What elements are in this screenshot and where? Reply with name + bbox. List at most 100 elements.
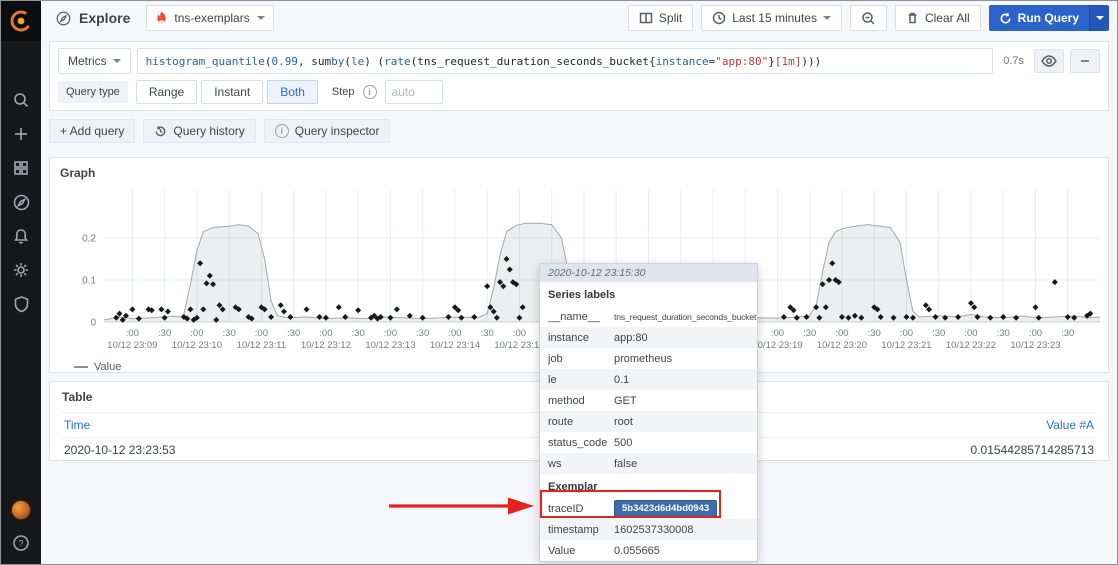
trace-id-label: traceID (548, 503, 614, 515)
alerting-bell-icon[interactable] (10, 225, 32, 247)
tooltip-label: job (548, 353, 614, 365)
grafana-logo[interactable] (1, 1, 41, 41)
split-button[interactable]: Split (628, 5, 693, 31)
time-range-picker[interactable]: Last 15 minutes (701, 5, 842, 31)
tooltip-value: 0.055665 (614, 545, 660, 557)
tooltip-value: tns_request_duration_seconds_bucket (614, 312, 756, 322)
exemplar-point[interactable] (165, 309, 171, 315)
explore-compass-icon[interactable] (10, 191, 32, 213)
exemplar-point[interactable] (158, 306, 164, 312)
help-icon[interactable]: ? (10, 532, 32, 554)
svg-text::00: :00 (964, 328, 977, 339)
shield-icon[interactable] (10, 293, 32, 315)
svg-text::30: :30 (932, 328, 945, 339)
time-range-label: Last 15 minutes (732, 11, 817, 25)
add-query-button[interactable]: + Add query (49, 119, 135, 143)
query-token: } (768, 55, 775, 68)
query-expression-input[interactable]: histogram_quantile(0.99, sum by(le) (rat… (137, 48, 994, 74)
plus-icon[interactable] (10, 123, 32, 145)
query-token: "app:80" (715, 55, 768, 68)
query-token: histogram_quantile (146, 55, 265, 68)
query-actions-row: + Add query Query history i Query inspec… (49, 119, 1109, 143)
trace-id-row: traceID 5b3423d6d4bd0943 (540, 498, 757, 519)
tooltip-timestamp: 2020-10-12 23:15:30 (540, 264, 757, 282)
query-history-button[interactable]: Query history (143, 119, 255, 143)
svg-text::30: :30 (1061, 328, 1074, 339)
explore-compass-icon (55, 10, 72, 27)
query-inspector-button[interactable]: i Query inspector (264, 119, 391, 143)
svg-text::00: :00 (190, 328, 203, 339)
eye-icon (1041, 55, 1057, 67)
run-query-button[interactable]: Run Query (989, 5, 1109, 31)
query-token: [1m] (775, 55, 802, 68)
user-avatar[interactable] (11, 500, 31, 520)
tooltip-value: 500 (614, 437, 632, 449)
svg-text::00: :00 (771, 328, 784, 339)
exemplar-point[interactable] (355, 307, 361, 313)
svg-text:10/12 23:21: 10/12 23:21 (881, 340, 931, 351)
tooltip-label: ws (548, 458, 614, 470)
svg-text::30: :30 (481, 328, 494, 339)
svg-text::00: :00 (319, 328, 332, 339)
tooltip-label: status_code (548, 437, 614, 449)
clear-all-button[interactable]: Clear All (895, 5, 981, 31)
zoom-out-button[interactable] (850, 5, 887, 31)
tooltip-label-row: status_code500 (540, 432, 757, 453)
query-token: le (351, 55, 364, 68)
split-icon (639, 11, 653, 25)
trace-id-badge[interactable]: 5b3423d6d4bd0943 (614, 500, 717, 517)
tooltip-label-row: routeroot (540, 411, 757, 432)
tooltip-label: route (548, 416, 614, 428)
exemplar-point[interactable] (484, 283, 490, 289)
datasource-picker[interactable]: tns-exemplars (146, 5, 274, 31)
query-type-range[interactable]: Range (136, 80, 197, 104)
trash-icon (906, 11, 919, 25)
tooltip-value: 0.1 (614, 374, 629, 386)
tooltip-value: prometheus (614, 353, 672, 365)
metrics-dropdown[interactable]: Metrics (58, 48, 131, 74)
graph-panel-title: Graph (60, 166, 1098, 180)
run-query-dropdown[interactable] (1089, 5, 1109, 31)
exemplar-point[interactable] (304, 306, 310, 312)
exemplar-tooltip: 2020-10-12 23:15:30 Series labels __name… (539, 263, 758, 562)
exemplar-point[interactable] (394, 306, 400, 312)
query-inspector-label: Query inspector (295, 124, 380, 138)
svg-text:10/12 23:23: 10/12 23:23 (1010, 340, 1060, 351)
svg-text::30: :30 (287, 328, 300, 339)
exemplar-point[interactable] (971, 304, 977, 310)
query-token: 0.99 (272, 55, 299, 68)
tooltip-label-row: timestamp1602537330008 (540, 519, 757, 540)
exemplar-point[interactable] (926, 306, 932, 312)
exemplar-point[interactable] (1032, 304, 1038, 310)
series-labels-rows: __name__tns_request_duration_seconds_buc… (540, 306, 757, 474)
exemplar-point[interactable] (129, 306, 135, 312)
svg-text::00: :00 (513, 328, 526, 339)
tooltip-label: method (548, 395, 614, 407)
exemplar-point[interactable] (281, 309, 287, 315)
disable-query-button[interactable] (1034, 49, 1064, 73)
top-navbar: Explore tns-exemplars Split Last 15 minu… (41, 1, 1117, 35)
dashboards-icon[interactable] (10, 157, 32, 179)
query-type-instant[interactable]: Instant (201, 80, 263, 104)
svg-text:0: 0 (90, 318, 96, 329)
query-type-both[interactable]: Both (267, 80, 318, 104)
chevron-down-icon (257, 16, 265, 20)
exemplar-point[interactable] (278, 302, 284, 308)
configuration-gear-icon[interactable] (10, 259, 32, 281)
tooltip-value: false (614, 458, 637, 470)
tooltip-label: instance (548, 332, 614, 344)
step-input[interactable] (385, 80, 443, 104)
svg-text::00: :00 (835, 328, 848, 339)
query-token: instance (656, 55, 709, 68)
exemplar-point[interactable] (336, 304, 342, 310)
exemplar-point[interactable] (116, 311, 122, 317)
remove-query-button[interactable] (1070, 49, 1100, 73)
svg-text:0.2: 0.2 (82, 234, 96, 245)
search-icon[interactable] (10, 89, 32, 111)
exemplar-point[interactable] (968, 300, 974, 306)
exemplar-point[interactable] (923, 302, 929, 308)
column-header-time[interactable]: Time (62, 413, 579, 437)
sidebar: ? (1, 1, 41, 564)
info-icon: i (275, 124, 289, 138)
query-token: ( (265, 55, 272, 68)
